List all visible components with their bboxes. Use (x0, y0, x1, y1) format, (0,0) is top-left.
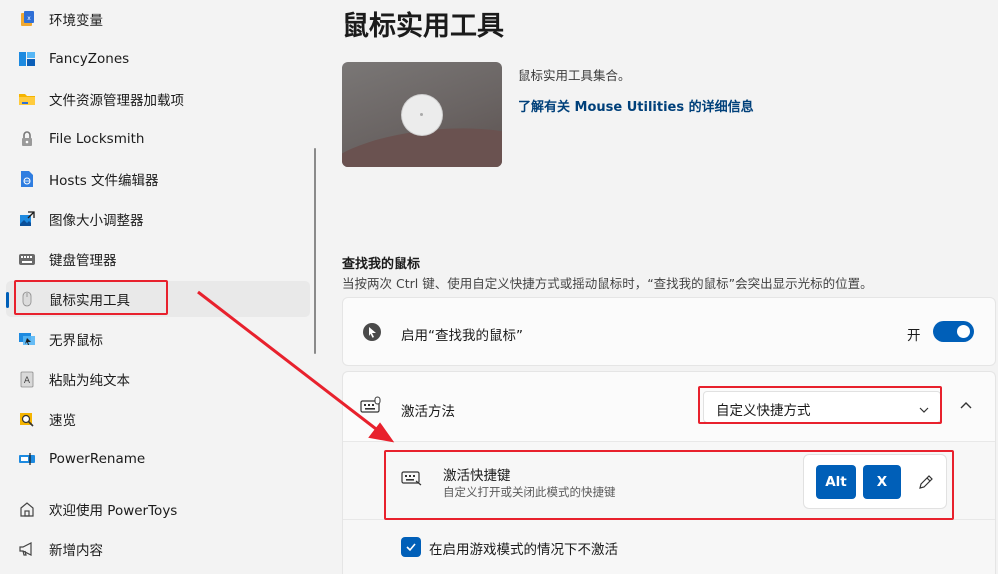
svg-text:A: A (24, 376, 31, 386)
powerrename-icon (18, 450, 36, 468)
sidebar-item-label: FancyZones (49, 51, 130, 67)
learn-more-link[interactable]: 了解有关 Mouse Utilities 的详细信息 (518, 96, 754, 115)
sidebar-item-powerrename[interactable]: PowerRename (6, 441, 310, 477)
sidebar-item-label: 键盘管理器 (49, 253, 117, 269)
mouse-without-borders-icon (18, 330, 36, 348)
enable-find-my-mouse-card: 启用“查找我的鼠标” 开 (342, 297, 996, 366)
sidebar-item-label: 粘贴为纯文本 (49, 373, 130, 389)
peek-icon (18, 410, 36, 428)
svg-text:x: x (27, 15, 31, 22)
sidebar-item-label: 鼠标实用工具 (49, 293, 130, 309)
main-content: 鼠标实用工具 鼠标实用工具集合。 了解有关 Mouse Utilities 的详… (322, 0, 998, 574)
edit-pencil-icon[interactable] (917, 473, 935, 491)
lock-icon (18, 130, 36, 148)
file-explorer-addons-icon (18, 90, 36, 108)
sidebar-item-label: PowerRename (49, 451, 146, 467)
sidebar-item-image-resizer[interactable]: 图像大小调整器 (6, 201, 310, 237)
section-title: 查找我的鼠标 (342, 257, 421, 272)
activation-method-dropdown[interactable]: 自定义快捷方式 (703, 391, 941, 423)
keyboard-icon (18, 250, 36, 268)
hotkey-title: 激活快捷键 (443, 468, 511, 484)
activation-method-card: 激活方法 自定义快捷方式 激活快捷键 自定义打开或关闭此模式的快捷键 Alt X (342, 371, 996, 574)
sidebar-item-paste-plain-text[interactable]: A 粘贴为纯文本 (6, 361, 310, 397)
sidebar-item-label: 文件资源管理器加载项 (49, 93, 184, 109)
welcome-icon (18, 500, 36, 518)
activation-label: 激活方法 (401, 404, 455, 420)
sidebar-item-label: 速览 (49, 413, 76, 429)
sidebar-item-whats-new[interactable]: 新增内容 (6, 531, 310, 567)
sidebar-item-keyboard-manager[interactable]: 键盘管理器 (6, 241, 310, 277)
sidebar-item-label: Hosts 文件编辑器 (49, 173, 159, 189)
sidebar-item-welcome[interactable]: 欢迎使用 PowerToys (6, 491, 310, 527)
hotkey-key-alt[interactable]: Alt (816, 465, 856, 499)
hotkey-key-x[interactable]: X (863, 465, 901, 499)
game-mode-checkbox[interactable] (401, 537, 421, 557)
sidebar-item-mouse-without-borders[interactable]: 无界鼠标 (6, 321, 310, 357)
sidebar-item-file-explorer-addons[interactable]: 文件资源管理器加载项 (6, 81, 310, 117)
sidebar-item-label: 无界鼠标 (49, 333, 103, 349)
enable-label: 启用“查找我的鼠标” (401, 328, 523, 344)
sidebar-item-file-locksmith[interactable]: File Locksmith (6, 121, 310, 157)
divider (343, 519, 995, 520)
keyboard-mouse-icon (360, 395, 382, 417)
section-description: 当按两次 Ctrl 键、使用自定义快捷方式或摇动鼠标时，“查找我的鼠标”会突出显… (342, 276, 873, 291)
megaphone-icon (18, 540, 36, 558)
sidebar-item-label: 环境变量 (49, 13, 103, 29)
fancyzones-icon (18, 50, 36, 68)
sidebar-item-label: 新增内容 (49, 543, 103, 559)
sidebar-item-label: File Locksmith (49, 131, 145, 147)
toggle-state-label: 开 (907, 328, 921, 344)
chevron-up-icon[interactable] (957, 397, 975, 415)
sidebar-item-mouse-utilities[interactable]: 鼠标实用工具 (6, 281, 310, 317)
hotkey-description: 自定义打开或关闭此模式的快捷键 (443, 485, 616, 499)
hotkey-control: Alt X (803, 454, 947, 509)
hero-image (342, 62, 502, 167)
navigation-sidebar: x 环境变量 FancyZones 文件资源管理器加载项 File Locksm… (0, 0, 322, 574)
hosts-file-icon (18, 170, 36, 188)
chevron-down-icon (918, 401, 930, 413)
sidebar-item-label: 欢迎使用 PowerToys (49, 503, 178, 519)
sidebar-item-peek[interactable]: 速览 (6, 401, 310, 437)
module-description: 鼠标实用工具集合。 (518, 68, 631, 83)
sidebar-scrollbar[interactable] (314, 148, 316, 354)
sidebar-item-hosts-editor[interactable]: Hosts 文件编辑器 (6, 161, 310, 197)
paste-plain-text-icon: A (18, 370, 36, 388)
environment-variables-icon: x (18, 10, 36, 28)
keyboard-shortcut-icon (401, 467, 423, 489)
find-mouse-icon (361, 321, 383, 343)
mouse-icon (18, 290, 36, 308)
page-title: 鼠标实用工具 (342, 11, 504, 42)
sidebar-item-fancyzones[interactable]: FancyZones (6, 41, 310, 77)
sidebar-item-environment-variables[interactable]: x 环境变量 (6, 1, 310, 37)
activation-method-value: 自定义快捷方式 (716, 403, 811, 419)
sidebar-item-label: 图像大小调整器 (49, 213, 144, 229)
enable-toggle[interactable] (933, 321, 974, 342)
selection-indicator (6, 292, 9, 308)
image-resizer-icon (18, 210, 36, 228)
game-mode-label: 在启用游戏模式的情况下不激活 (429, 542, 618, 558)
